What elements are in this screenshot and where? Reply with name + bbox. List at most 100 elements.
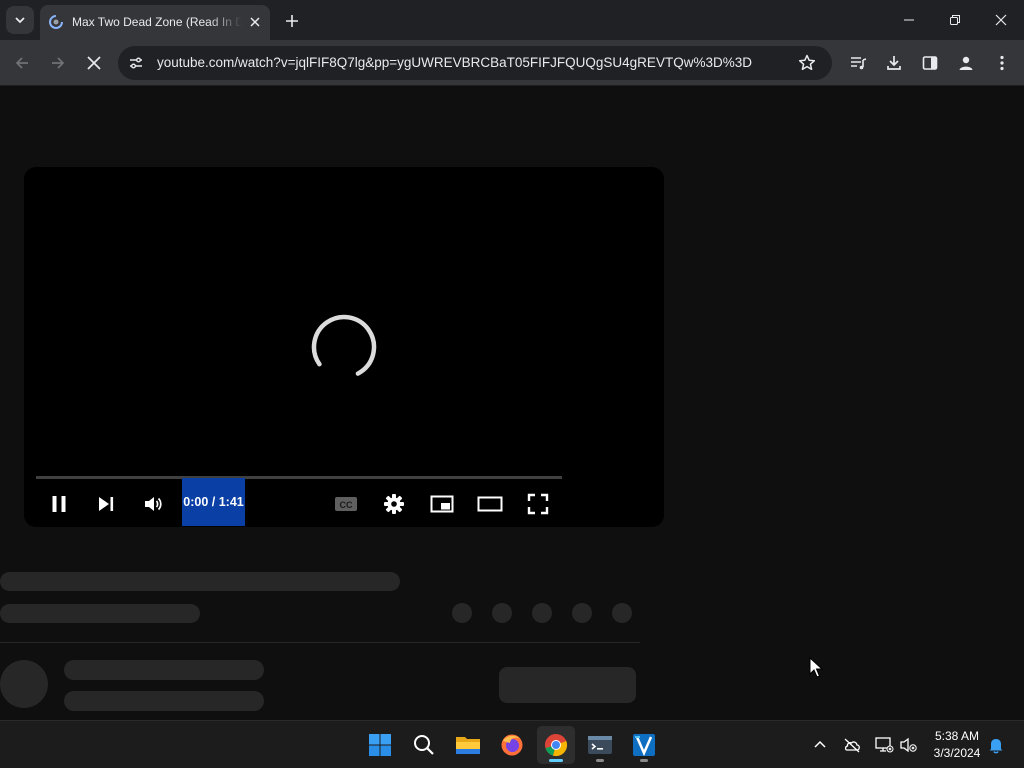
pause-icon [52,496,66,512]
visual-studio-button[interactable] [625,726,663,764]
close-icon [995,14,1007,26]
arrow-right-icon [52,57,65,69]
restore-button[interactable] [932,0,978,40]
fullscreen-icon [527,493,549,515]
side-panel-icon [922,56,938,70]
site-info-icon[interactable] [128,55,144,71]
firefox-icon [501,734,523,756]
action-placeholder [612,603,632,623]
gear-icon [384,494,404,514]
browser-toolbar: youtube.com/watch?v=jqlFIF8Q7lg&pp=ygUWR… [0,40,1024,86]
running-indicator [549,759,563,762]
volume-status-button[interactable] [899,735,919,755]
visual-studio-icon [633,734,655,757]
theater-mode-icon [477,496,503,512]
chevron-down-icon [15,17,25,24]
next-button[interactable] [91,489,121,519]
file-explorer-button[interactable] [449,726,487,764]
time-display: 0:00 / 1:41 [182,478,245,526]
file-explorer-icon [456,737,480,754]
subtitle-placeholder [0,604,200,623]
side-panel-button[interactable] [919,52,941,74]
channel-meta-placeholder [64,691,264,711]
taskbar-search-button[interactable] [405,726,443,764]
tab-search-button[interactable] [6,6,34,34]
search-icon [414,735,434,755]
onedrive-status-button[interactable] [842,735,862,755]
action-placeholder [532,603,552,623]
avatar-placeholder [0,660,48,708]
running-indicator [640,759,648,762]
action-placeholder [572,603,592,623]
forward-button[interactable] [44,49,72,77]
tab-title: Max Two Dead Zone (Read In Dark Mode) - … [72,15,242,29]
system-clock[interactable]: 5:38 AM 3/3/2024 [918,728,996,762]
download-icon [887,56,901,70]
terminal-icon [588,736,612,754]
miniplayer-icon [430,495,454,513]
pause-button[interactable] [44,489,74,519]
profile-button[interactable] [955,52,977,74]
arrow-left-icon [15,57,28,69]
windows-taskbar: 5:38 AM 3/3/2024 [0,720,1024,768]
minimize-icon [904,19,914,21]
tab-close-button[interactable] [246,13,264,31]
active-tab[interactable]: Max Two Dead Zone (Read In Dark Mode) - … [40,5,270,40]
url-text: youtube.com/watch?v=jqlFIF8Q7lg&pp=ygUWR… [157,55,752,70]
title-placeholder [0,572,400,591]
action-placeholder [492,603,512,623]
star-icon [798,54,816,71]
skip-next-icon [99,497,114,511]
tab-strip: Max Two Dead Zone (Read In Dark Mode) - … [0,0,1024,40]
plus-icon [286,15,298,27]
terminal-button[interactable] [581,726,619,764]
video-player[interactable]: 0:00 / 1:41 CC [24,167,664,527]
bookmark-star-button[interactable] [797,53,817,73]
loading-spinner [311,314,377,380]
progress-bar[interactable] [36,476,562,479]
volume-icon [145,497,162,511]
settings-button[interactable] [379,489,409,519]
stop-loading-button[interactable] [80,49,108,77]
close-icon [250,17,260,27]
close-icon [87,56,101,70]
start-button[interactable] [361,726,399,764]
divider [0,642,640,643]
media-controls-button[interactable] [847,52,869,74]
clock-time: 5:38 AM [934,729,980,743]
back-button[interactable] [8,49,36,77]
new-tab-button[interactable] [280,9,304,33]
fullscreen-button[interactable] [523,489,553,519]
chrome-button[interactable] [537,726,575,764]
chrome-icon [545,734,568,757]
volume-button[interactable] [138,489,168,519]
more-vertical-icon [1000,55,1004,71]
chrome-menu-button[interactable] [991,52,1013,74]
miniplayer-button[interactable] [427,489,457,519]
mouse-cursor [809,657,823,679]
action-placeholder [452,603,472,623]
address-bar[interactable]: youtube.com/watch?v=jqlFIF8Q7lg&pp=ygUWR… [118,46,832,80]
queue-music-icon [851,57,867,70]
theater-mode-button[interactable] [475,489,505,519]
network-icon [875,737,894,753]
close-window-button[interactable] [978,0,1024,40]
network-status-button[interactable] [874,735,894,755]
person-icon [959,56,973,70]
volume-muted-icon [900,737,917,753]
running-indicator [596,759,604,762]
captions-button[interactable]: CC [331,489,361,519]
closed-captions-icon: CC [335,497,357,511]
minimize-button[interactable] [886,0,932,40]
notifications-button[interactable] [986,735,1006,755]
subscribe-placeholder [499,667,636,703]
cloud-off-icon [844,738,860,753]
firefox-button[interactable] [493,726,531,764]
bell-icon [989,739,1003,754]
chevron-up-icon [814,740,826,748]
start-icon [369,734,391,756]
downloads-button[interactable] [883,52,905,74]
show-hidden-icons-button[interactable] [810,735,830,755]
clock-date: 3/3/2024 [933,746,981,760]
youtube-watch-page: 0:00 / 1:41 CC [0,87,1024,720]
